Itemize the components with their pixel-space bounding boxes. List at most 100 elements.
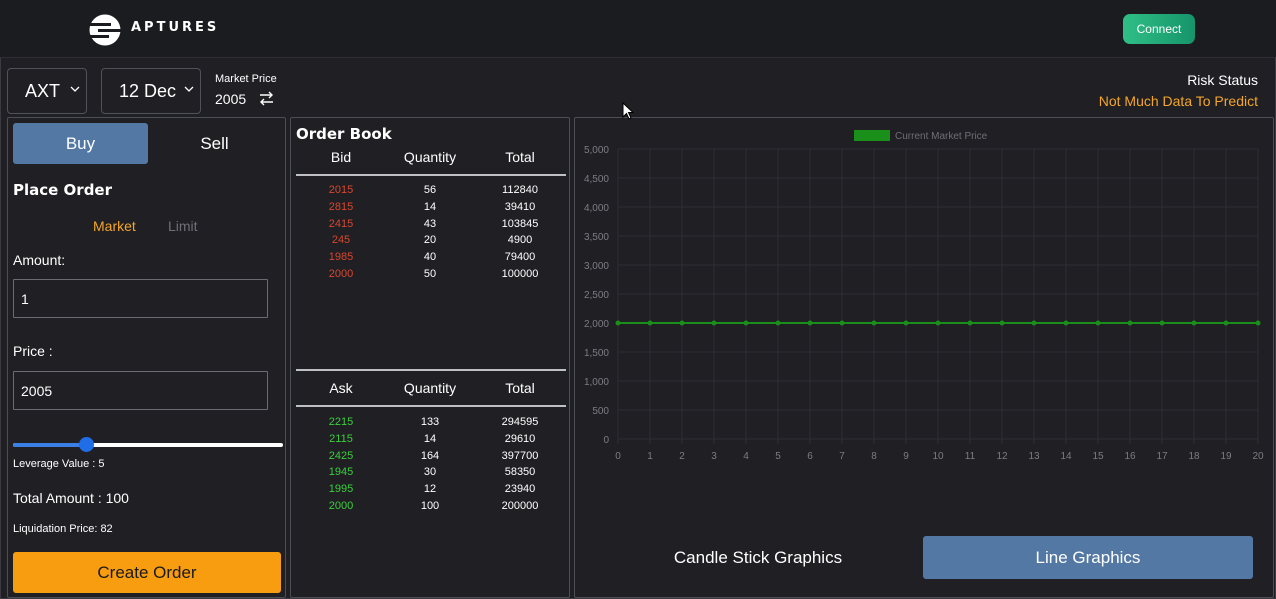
total-cell: 79400 [504, 251, 536, 264]
x-tick-label: 17 [1156, 451, 1168, 462]
y-tick-label: 500 [592, 406, 609, 417]
order-book-row[interactable]: 2015 56 112840 [296, 182, 566, 199]
x-tick-label: 16 [1124, 451, 1136, 462]
aptures-logo-icon[interactable] [89, 14, 121, 46]
x-tick-label: 15 [1092, 451, 1104, 462]
quantity-cell: 164 [420, 449, 440, 462]
quantity-cell: 56 [423, 184, 437, 196]
data-point [1031, 320, 1037, 326]
order-book-row[interactable]: 2425 164 397700 [296, 448, 566, 465]
total-cell: 100000 [501, 267, 539, 280]
price-cell: 2425 [328, 449, 354, 462]
x-tick-label: 5 [775, 451, 781, 462]
ask-header: Ask [329, 380, 353, 396]
order-book-row[interactable]: 2000 50 100000 [296, 266, 566, 283]
quantity-cell: 20 [423, 234, 437, 247]
order-book-row[interactable]: 1945 30 58350 [296, 464, 566, 481]
sell-tab[interactable]: Sell [148, 123, 281, 164]
total-cell: 294595 [501, 416, 539, 428]
line-graphics-button[interactable]: Line Graphics [923, 536, 1253, 579]
x-tick-label: 2 [679, 451, 685, 462]
price-cell: 2215 [328, 416, 354, 428]
price-cell: 1995 [328, 483, 354, 496]
x-tick-label: 7 [839, 451, 845, 462]
order-book-row[interactable]: 2115 14 29610 [296, 431, 566, 448]
total-cell: 103845 [501, 217, 539, 230]
y-tick-label: 3,500 [584, 232, 609, 243]
leverage-value: Leverage Value : 5 [13, 458, 105, 470]
order-book-row[interactable]: 2415 43 103845 [296, 216, 566, 233]
order-type-limit[interactable]: Limit [168, 218, 198, 234]
data-point [743, 320, 749, 326]
price-cell: 245 [331, 234, 351, 247]
total-cell: 397700 [501, 449, 539, 462]
data-point [775, 320, 781, 326]
mouse-cursor-icon [622, 102, 634, 120]
legend-swatch [854, 130, 890, 141]
total-header: Total [505, 149, 535, 165]
order-book-row[interactable]: 1985 40 79400 [296, 249, 566, 266]
connect-button[interactable]: Connect [1123, 14, 1195, 44]
asset-select[interactable]: AXT [7, 68, 87, 114]
data-point [1095, 320, 1101, 326]
price-cell: 2115 [329, 432, 353, 445]
candle-stick-button[interactable]: Candle Stick Graphics [613, 536, 903, 579]
data-point [1255, 320, 1261, 326]
total-cell: 200000 [501, 499, 539, 512]
chart-panel: 0 500 1,000 1,500 2,000 2,500 3,000 3,500 4,000 4… [574, 117, 1274, 598]
buy-tab[interactable]: Buy [13, 123, 148, 164]
leverage-slider-thumb[interactable] [78, 437, 94, 452]
y-tick-label: 1,000 [584, 377, 609, 388]
amount-input[interactable] [13, 279, 268, 318]
x-tick-label: 14 [1060, 451, 1072, 462]
leverage-slider[interactable] [13, 437, 283, 452]
price-cell: 2000 [328, 267, 354, 280]
order-book-row[interactable]: 2215 133 294595 [296, 414, 566, 431]
asset-select-value: AXT [25, 80, 61, 101]
order-book-row[interactable]: 2000 100 200000 [296, 498, 566, 515]
leverage-slider-fill [13, 443, 86, 447]
x-tick-label: 20 [1252, 451, 1264, 462]
quantity-cell: 12 [423, 483, 437, 496]
brand-name: APTURES [131, 20, 220, 35]
date-select[interactable]: 12 Dec [101, 68, 201, 114]
quantity-header: Quantity [403, 149, 457, 165]
order-type-market[interactable]: Market [93, 218, 136, 234]
y-tick-label: 4,000 [584, 203, 609, 214]
x-tick-label: 4 [743, 451, 749, 462]
total-cell: 23940 [504, 483, 536, 496]
chevron-down-icon [184, 86, 194, 92]
data-point [679, 320, 685, 326]
y-tick-label: 3,000 [584, 261, 609, 272]
total-cell: 29610 [504, 432, 536, 445]
quantity-cell: 14 [423, 200, 437, 213]
data-point [711, 320, 717, 326]
legend-label: Current Market Price [895, 131, 988, 142]
order-book-row[interactable]: 2815 14 39410 [296, 199, 566, 216]
quantity-header: Quantity [403, 380, 457, 396]
create-order-button[interactable]: Create Order [13, 552, 281, 593]
data-point [999, 320, 1005, 326]
price-cell: 2815 [328, 200, 354, 213]
market-price-label: Market Price [215, 73, 277, 85]
order-book-row[interactable]: 245 20 4900 [296, 232, 566, 249]
order-book-row[interactable]: 1995 12 23940 [296, 481, 566, 498]
data-point [871, 320, 877, 326]
price-input[interactable] [13, 371, 268, 410]
data-point [647, 320, 653, 326]
y-tick-label: 5,000 [584, 145, 609, 156]
x-tick-label: 19 [1220, 451, 1232, 462]
order-form-panel: Buy Sell Place Order Market Limit Amount… [7, 117, 286, 598]
price-cell: 1985 [328, 251, 354, 264]
risk-status-title: Risk Status [1187, 72, 1258, 88]
quantity-cell: 100 [420, 499, 440, 512]
swap-arrows-icon[interactable] [258, 90, 275, 107]
data-point [903, 320, 909, 326]
bid-rows: 2015 56 112840 2815 14 39410 2415 43 103845 245 20… [296, 182, 566, 283]
divider [296, 369, 566, 371]
data-point [1063, 320, 1069, 326]
x-tick-label: 6 [807, 451, 813, 462]
price-cell: 2000 [328, 499, 354, 512]
data-point [1223, 320, 1229, 326]
amount-label: Amount: [13, 252, 66, 268]
